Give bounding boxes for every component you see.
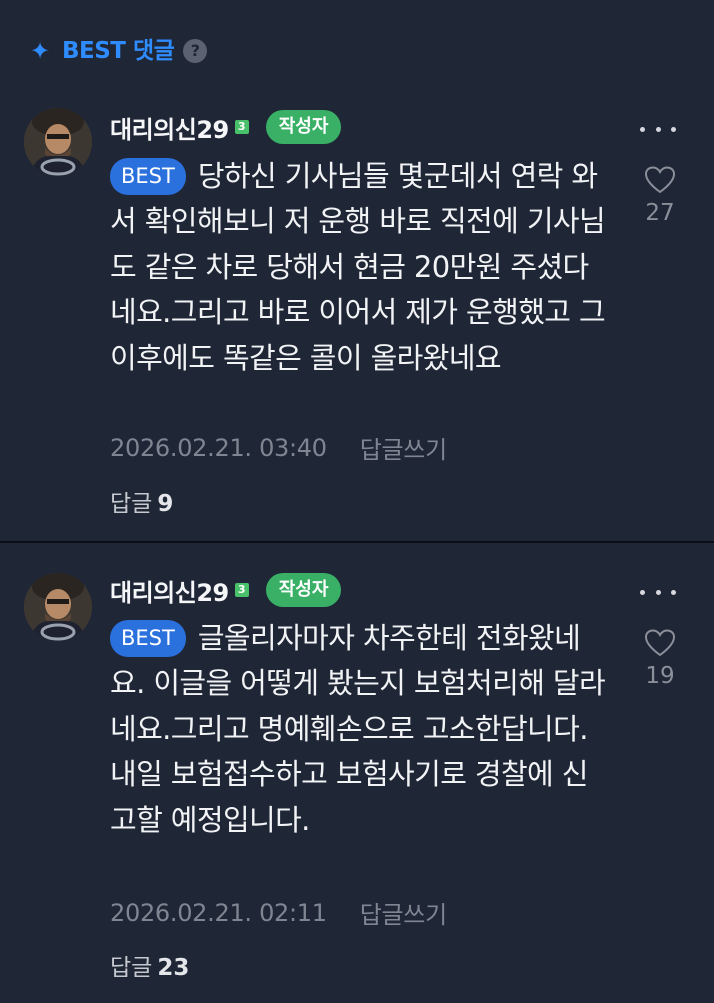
sparkle-icon: ✦ [30,37,51,65]
avatar[interactable] [24,573,92,641]
help-icon[interactable]: ? [183,39,208,63]
author-row: 대리의신29 3 작성자 [110,110,342,145]
best-badge: BEST [110,620,186,657]
heart-icon [644,629,676,657]
comment-date: 2026.02.21. 03:40 [110,433,327,462]
comment-date: 2026.02.21. 02:11 [110,898,327,927]
level-badge: 3 [234,120,249,134]
replies-label: 답글 [110,955,153,981]
replies-label: 답글 [110,491,153,517]
like-count: 27 [645,200,675,226]
comment-meta: 2026.02.21. 02:11 답글쓰기 [110,895,447,930]
like-button[interactable]: 27 [640,166,680,226]
best-badge: BEST [110,158,186,195]
replies-count: 23 [157,955,190,981]
heart-icon [644,166,676,194]
comment-body: BEST 당하신 기사님들 몇군데서 연락 와서 확인해보니 저 운행 바로 직전… [110,154,610,381]
author-name[interactable]: 대리의신29 [110,573,229,608]
level-badge: 3 [234,583,249,597]
more-options-icon[interactable] [640,587,676,597]
best-comments-title: BEST 댓글 [62,38,175,64]
best-comments-header: ✦ BEST 댓글 ? [30,36,208,66]
comment-meta: 2026.02.21. 03:40 답글쓰기 [110,430,447,465]
like-button[interactable]: 19 [640,629,680,689]
author-name[interactable]: 대리의신29 [110,110,229,145]
replies-toggle[interactable]: 답글 23 [110,948,189,982]
write-reply-link[interactable]: 답글쓰기 [360,895,447,930]
author-row: 대리의신29 3 작성자 [110,573,342,608]
author-badge: 작성자 [265,110,342,144]
author-badge: 작성자 [265,573,342,607]
comment-divider [0,541,714,543]
comment-text-line2: 내일 보험접수하고 보험사기로 경찰에 신고할 예정입니다. [110,757,588,837]
comment-text: 당하신 기사님들 몇군데서 연락 와서 확인해보니 저 운행 바로 직전에 기사… [110,159,606,375]
comment-body: BEST 글올리자마자 차주한테 전화왔네요. 이글을 어떻게 봤는지 보험처리해… [110,616,610,843]
like-count: 19 [645,663,675,689]
avatar[interactable] [24,108,92,176]
replies-toggle[interactable]: 답글 9 [110,484,173,518]
replies-count: 9 [157,491,174,517]
write-reply-link[interactable]: 답글쓰기 [360,430,447,465]
more-options-icon[interactable] [640,124,676,134]
